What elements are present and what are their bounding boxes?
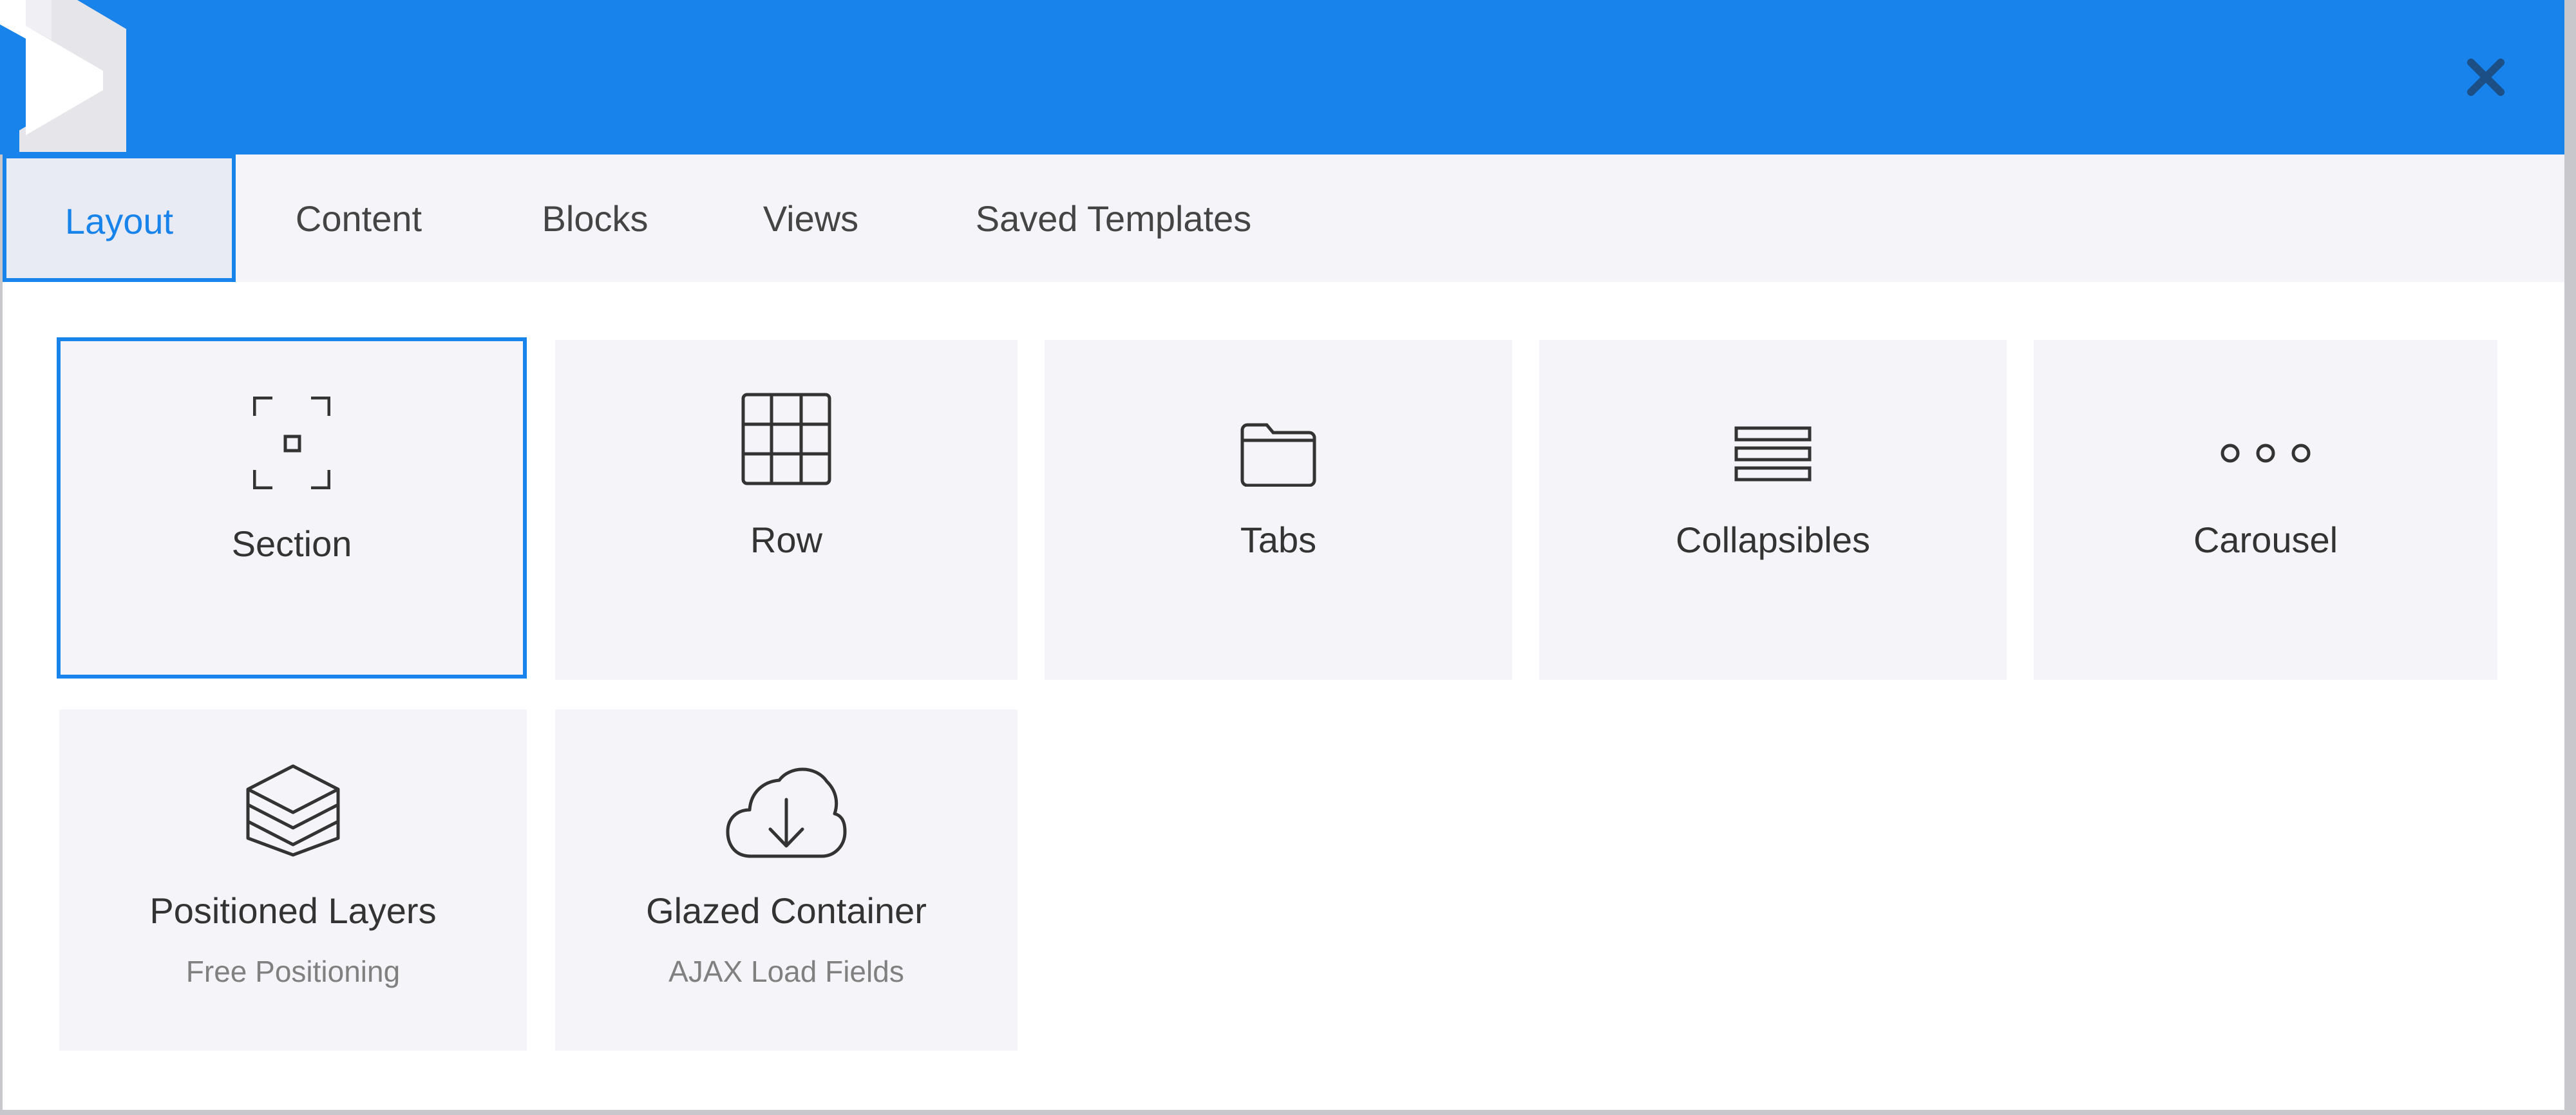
window-border-left	[0, 155, 3, 1115]
layers-icon	[246, 764, 340, 857]
tab-bar: Layout Content Blocks Views Saved Templa…	[3, 155, 2564, 282]
element-title: Positioned Layers	[149, 890, 437, 931]
section-frame-icon	[253, 397, 330, 489]
stacked-bars-icon	[1734, 426, 1812, 482]
element-title: Glazed Container	[646, 890, 927, 931]
tab-layout[interactable]: Layout	[3, 155, 236, 282]
folder-icon	[1240, 423, 1316, 487]
tab-blocks[interactable]: Blocks	[505, 155, 685, 282]
element-title: Section	[231, 523, 352, 564]
window-border-right	[2564, 0, 2576, 1115]
element-card-row[interactable]: Row	[555, 340, 1018, 680]
tab-saved-templates[interactable]: Saved Templates	[943, 155, 1284, 282]
tab-views[interactable]: Views	[724, 155, 898, 282]
element-title: Collapsibles	[1676, 520, 1870, 560]
grid-icon	[741, 393, 831, 485]
three-dots-icon	[2221, 444, 2311, 463]
element-title: Carousel	[2193, 520, 2338, 560]
close-button[interactable]	[2460, 52, 2512, 103]
element-card-section[interactable]: Section	[57, 337, 527, 679]
tab-content[interactable]: Content	[259, 155, 459, 282]
element-card-positioned-layers[interactable]: Positioned Layers Free Positioning	[59, 709, 527, 1051]
shield-logo-icon	[0, 0, 126, 152]
element-title: Tabs	[1240, 520, 1317, 560]
element-subtitle: AJAX Load Fields	[668, 955, 904, 988]
element-card-collapsibles[interactable]: Collapsibles	[1539, 340, 2007, 680]
element-card-tabs[interactable]: Tabs	[1045, 340, 1512, 680]
cloud-download-icon	[726, 767, 847, 858]
element-subtitle: Free Positioning	[185, 955, 401, 988]
dialog-header	[0, 0, 2564, 155]
close-icon	[2467, 59, 2505, 96]
element-card-glazed-container[interactable]: Glazed Container AJAX Load Fields	[555, 709, 1018, 1051]
element-title: Row	[750, 520, 823, 560]
add-element-dialog: Layout Content Blocks Views Saved Templa…	[0, 0, 2576, 1115]
window-border-bottom	[0, 1110, 2576, 1115]
element-card-carousel[interactable]: Carousel	[2034, 340, 2497, 680]
